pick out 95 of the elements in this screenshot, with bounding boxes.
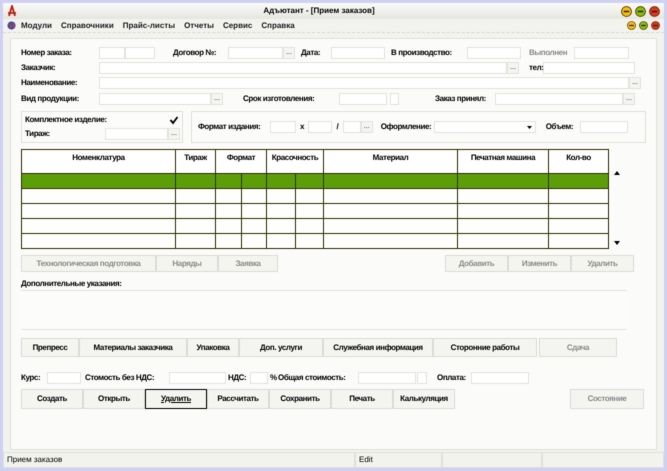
input-field[interactable]	[270, 121, 296, 133]
input-field[interactable]	[467, 46, 521, 58]
app-logo-icon	[7, 5, 17, 17]
input-field[interactable]	[339, 92, 387, 104]
column-header[interactable]: Материал	[324, 150, 458, 174]
field-label: Срок изготовления:	[243, 92, 316, 104]
field-label: Выполнен	[529, 46, 568, 58]
field-label: Оплата:	[437, 372, 467, 384]
menu-item[interactable]: Справочники	[60, 20, 114, 32]
input-field[interactable]	[342, 121, 361, 133]
separator-text: /	[336, 121, 339, 133]
field-label: Стомость без НДС:	[85, 372, 156, 384]
input-field[interactable]	[125, 46, 155, 58]
table-cell[interactable]	[296, 234, 324, 248]
field-label: В производство:	[391, 46, 453, 58]
field-label: Номер заказа:	[21, 46, 73, 58]
input-field[interactable]	[47, 372, 81, 384]
input-field[interactable]	[390, 92, 399, 104]
action-button[interactable]: Сохранить	[269, 389, 331, 409]
field-label: Договор №:	[173, 46, 218, 58]
field-label: %	[270, 372, 278, 384]
menu-item[interactable]: Прайс-листы	[122, 20, 176, 32]
action-button[interactable]: Материалы заказчика	[79, 338, 187, 357]
maximize-icon[interactable]	[635, 6, 646, 16]
input-field[interactable]	[495, 92, 623, 104]
field-label: Вид продукции:	[21, 92, 80, 104]
field-label: Формат издания:	[198, 121, 262, 133]
field-label: Тираж:	[25, 128, 51, 140]
input-field[interactable]	[250, 372, 268, 384]
maximize-icon[interactable]	[639, 21, 648, 30]
input-field[interactable]	[99, 92, 211, 104]
field-label: Общая стоимость:	[278, 372, 347, 384]
input-field[interactable]	[169, 372, 226, 384]
action-button[interactable]: Доп. услуги	[239, 338, 323, 357]
field-label: Заказ принял:	[435, 92, 487, 104]
field-label: Дата:	[301, 46, 322, 58]
input-field[interactable]	[471, 372, 529, 384]
selected-row[interactable]	[22, 174, 608, 188]
minimize-icon[interactable]	[621, 6, 632, 16]
close-icon[interactable]	[649, 6, 660, 16]
menu-item[interactable]: Модули	[21, 20, 52, 32]
separator-text: x	[300, 121, 304, 133]
input-field[interactable]	[105, 128, 168, 140]
column-header[interactable]: Номенклатура	[22, 150, 176, 174]
action-button[interactable]: Упаковка	[187, 338, 239, 357]
caret-icon	[526, 126, 532, 128]
input-field[interactable]	[331, 46, 385, 58]
menu-item[interactable]: Справка	[261, 20, 295, 32]
action-button[interactable]: Создать	[21, 389, 83, 409]
status-text: Прием заказов	[3, 452, 355, 468]
input-field[interactable]	[580, 121, 628, 133]
action-button[interactable]: Калькуляция	[393, 389, 455, 409]
status-text: Edit	[355, 452, 442, 468]
table-cell[interactable]	[324, 234, 458, 248]
scroll-up-icon[interactable]	[614, 171, 620, 175]
menu-item[interactable]: Сервис	[222, 20, 252, 32]
scroll-down-icon[interactable]	[614, 241, 620, 245]
table-cell[interactable]	[266, 234, 296, 248]
table-cell[interactable]	[22, 234, 176, 248]
input-field[interactable]	[417, 372, 427, 384]
close-icon[interactable]	[651, 21, 660, 30]
action-button[interactable]: Служебная информация	[323, 338, 433, 357]
table-cell[interactable]	[458, 234, 548, 248]
field-label: Заказчик:	[21, 62, 56, 74]
field-label: Наименование:	[21, 76, 78, 88]
minimize-icon[interactable]	[627, 21, 636, 30]
field-label: Объем:	[546, 121, 574, 133]
action-button[interactable]: Сторонние работы	[433, 338, 537, 357]
table-cell[interactable]	[242, 234, 266, 248]
input-field[interactable]	[543, 62, 635, 74]
input-field[interactable]	[308, 121, 332, 133]
action-button[interactable]: Печать	[331, 389, 393, 409]
input-field[interactable]	[99, 62, 507, 74]
globe-icon	[7, 21, 16, 30]
input-field[interactable]	[228, 46, 283, 58]
action-button[interactable]: Открыть	[83, 389, 145, 409]
table-cell[interactable]	[216, 234, 242, 248]
input-field[interactable]	[99, 76, 629, 88]
input-field[interactable]	[574, 46, 629, 58]
checkbox-label: Комплектное изделие:	[25, 114, 108, 126]
field-label: Оформление:	[380, 121, 432, 133]
checkbox[interactable]	[169, 115, 179, 125]
action-button[interactable]: Удалить	[145, 389, 207, 409]
notes-label: Дополнительные указания:	[21, 278, 123, 290]
field-label: НДС:	[228, 372, 248, 384]
action-button[interactable]: Препресс	[21, 338, 79, 357]
input-field[interactable]	[99, 46, 125, 58]
input-field[interactable]	[358, 372, 416, 384]
window-title: Адъютант - [Прием заказов]	[262, 5, 376, 17]
field-label: Курс:	[21, 372, 42, 384]
field-label: тел:	[529, 62, 543, 74]
menu-item[interactable]: Отчеты	[184, 20, 214, 32]
table-cell[interactable]	[176, 234, 216, 248]
action-button[interactable]: Рассчитать	[207, 389, 269, 409]
table-cell[interactable]	[548, 234, 608, 248]
